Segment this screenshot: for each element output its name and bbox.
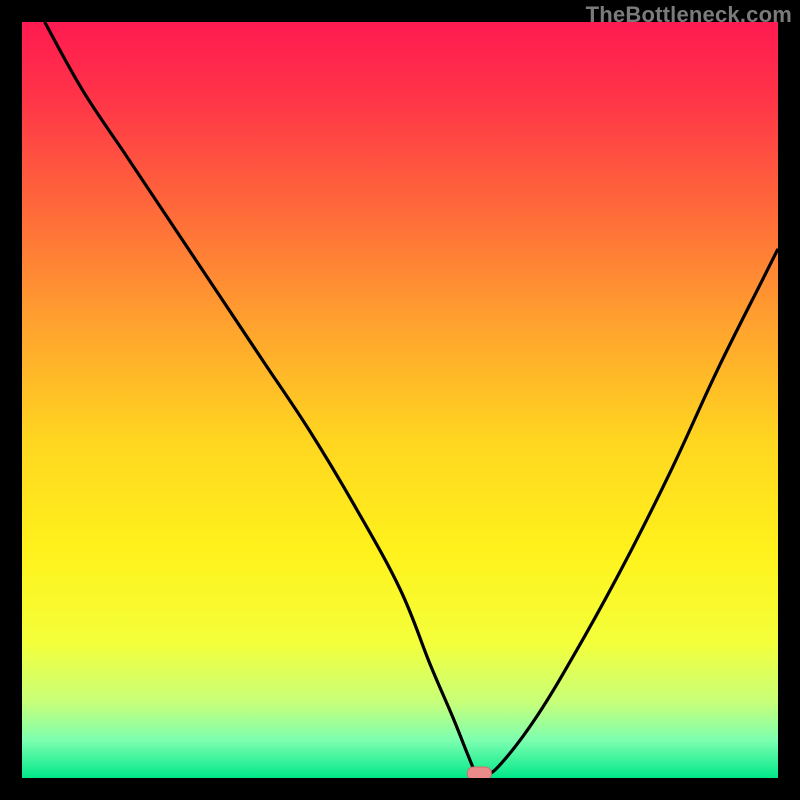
chart-frame: TheBottleneck.com — [0, 0, 800, 800]
gradient-background — [22, 22, 778, 778]
chart-svg — [22, 22, 778, 778]
optimal-marker — [467, 767, 491, 778]
plot-area — [22, 22, 778, 778]
